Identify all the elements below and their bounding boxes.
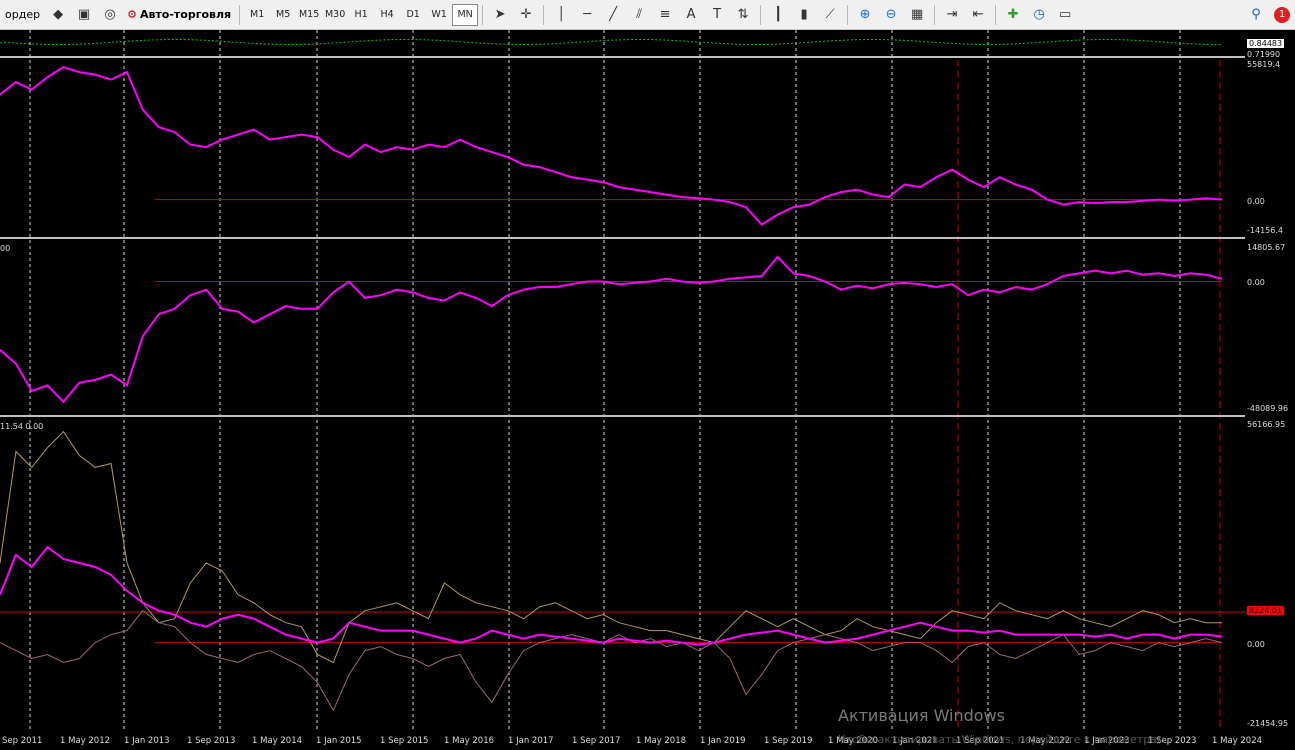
aux-line-2-pane3 [0, 610, 1223, 712]
signals-icon[interactable]: ◎ [98, 4, 122, 26]
time-label: 1 May 2012 [60, 736, 111, 746]
time-label: 1 May 2024 [1212, 736, 1263, 746]
text-icon[interactable]: A [679, 4, 703, 26]
pane-separator[interactable] [0, 415, 1245, 417]
trendline-icon[interactable]: ╱ [601, 4, 625, 26]
pane2-axis-label: -48089.96 [1247, 404, 1289, 413]
pane3-axis-label: 0.00 [1247, 640, 1265, 649]
time-label: 1 Sep 2019 [764, 736, 813, 746]
timeframe-h4[interactable]: H4 [374, 4, 400, 26]
crosshair-icon[interactable]: ✛ [514, 4, 538, 26]
chart-window[interactable]: 00 11.54 0.00 0.84483 0.71990 55819.4 0.… [0, 30, 1295, 750]
timeframe-w1[interactable]: W1 [426, 4, 452, 26]
toolbar-separator [543, 4, 545, 25]
pane3-level-label: 8224.01 [1247, 606, 1285, 615]
toolbar-separator [995, 4, 997, 25]
time-label: 1 Sep 2017 [572, 736, 621, 746]
pane1-axis-label: 55819.4 [1247, 60, 1281, 69]
vertical-line-icon[interactable]: │ [549, 4, 573, 26]
search-icon[interactable]: ⚲ [1244, 4, 1268, 26]
timeframe-h1[interactable]: H1 [348, 4, 374, 26]
time-label: Sep 2011 [2, 736, 43, 746]
auto-trading-button[interactable]: ⚙ Авто-торговля [123, 8, 235, 21]
cursor-icon[interactable]: ➤ [488, 4, 512, 26]
toolbar-separator [934, 4, 936, 25]
pane3-axis-label: 56166.95 [1247, 420, 1286, 429]
new-order-label: ордер [5, 8, 41, 21]
timeframe-mn[interactable]: MN [452, 3, 479, 26]
text-label-icon[interactable]: T [705, 4, 729, 26]
timeframe-m1[interactable]: M1 [244, 4, 270, 26]
autoscroll-icon[interactable]: ⇥ [940, 4, 964, 26]
main-line-pane3 [0, 545, 1223, 646]
auto-trading-icon: ⚙ [127, 8, 137, 21]
periods-icon[interactable]: ◷ [1027, 4, 1051, 26]
notification-badge: 1 [1274, 6, 1290, 23]
windows-activation-subtitle: Чтобы активировать Windows, перейдите к … [838, 733, 1169, 746]
toolbar-separator [482, 4, 484, 25]
time-label: 1 May 2014 [252, 736, 303, 746]
time-label: 1 Sep 2013 [187, 736, 236, 746]
arrows-menu-icon[interactable]: ⇅ [731, 4, 755, 26]
time-label: 1 Sep 2015 [380, 736, 429, 746]
line-chart-icon[interactable]: ⟋ [818, 4, 842, 26]
bar-chart-icon[interactable]: ┃ [766, 4, 790, 26]
main-toolbar: ордер ◆ ▣ ◎ ⚙ Авто-торговля M1 M5 M15 M3… [0, 0, 1295, 30]
equity-line-pane2 [0, 255, 1223, 404]
indicators-icon[interactable]: ✚ [1001, 4, 1025, 26]
signal-line [0, 39, 1222, 45]
pane2-axis-label: 0.00 [1247, 278, 1265, 287]
pane2-axis-label: 14805.67 [1247, 243, 1286, 252]
pane3-axis-label: -21454.95 [1247, 719, 1289, 728]
pane0-axis-label: 0.84483 [1247, 39, 1285, 48]
candlestick-icon[interactable]: ▮ [792, 4, 816, 26]
toolbar-separator [239, 4, 241, 25]
time-label: 1 Jan 2013 [124, 736, 170, 746]
chart-canvas[interactable] [0, 30, 1295, 750]
new-order-button[interactable]: ордер [1, 4, 44, 26]
zoom-out-icon[interactable]: ⊖ [879, 4, 903, 26]
pane-separator[interactable] [0, 237, 1245, 239]
aux-line-1-pane3 [0, 430, 1222, 664]
toolbar-separator [760, 4, 762, 25]
time-label: 1 May 2018 [636, 736, 687, 746]
pane3-corner-label: 11.54 0.00 [0, 422, 44, 431]
time-label: 1 Jan 2015 [316, 736, 362, 746]
horizontal-line-icon[interactable]: ─ [575, 4, 599, 26]
pane2-corner-label: 00 [0, 244, 11, 253]
zoom-in-icon[interactable]: ⊕ [853, 4, 877, 26]
windows-activation-title: Активация Windows [838, 706, 1005, 725]
fibonacci-icon[interactable]: ≡ [653, 4, 677, 26]
navigator-icon[interactable]: ▣ [72, 4, 96, 26]
pane1-axis-label: 0.00 [1247, 197, 1265, 206]
market-watch-icon[interactable]: ◆ [46, 4, 70, 26]
auto-trading-label: Авто-торговля [139, 8, 232, 21]
notifications-icon[interactable]: 1 [1270, 4, 1294, 26]
templates-icon[interactable]: ▭ [1053, 4, 1077, 26]
time-label: 1 Jan 2017 [508, 736, 554, 746]
tile-windows-icon[interactable]: ▦ [905, 4, 929, 26]
toolbar-separator [847, 4, 849, 25]
timeframe-m15[interactable]: M15 [296, 4, 322, 26]
timeframe-d1[interactable]: D1 [400, 4, 426, 26]
equity-line-pane1 [0, 66, 1223, 226]
pane0-axis-label: 0.71990 [1247, 50, 1281, 59]
timeframe-m30[interactable]: M30 [322, 4, 348, 26]
chart-shift-icon[interactable]: ⇤ [966, 4, 990, 26]
pane1-axis-label: -14156.4 [1247, 226, 1283, 235]
timeframe-m5[interactable]: M5 [270, 4, 296, 26]
pane-separator[interactable] [0, 56, 1245, 58]
time-label: 1 May 2016 [444, 736, 495, 746]
time-label: 1 Jan 2019 [700, 736, 746, 746]
channel-icon[interactable]: ⫽ [627, 4, 651, 26]
